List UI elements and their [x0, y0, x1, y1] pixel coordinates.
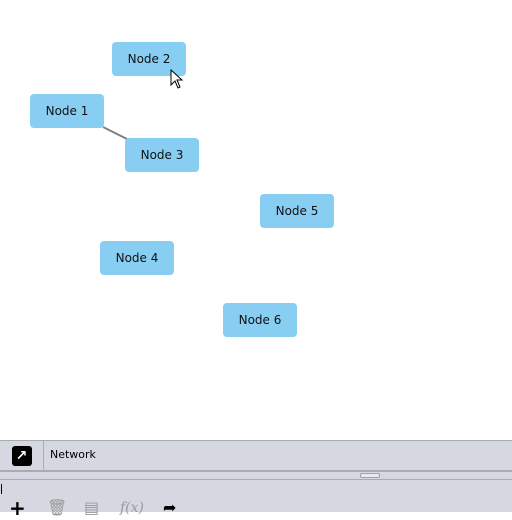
share-icon[interactable]: ➦ — [163, 500, 176, 516]
node-6[interactable]: Node 6 — [223, 303, 297, 337]
edge-node1-node3 — [102, 126, 128, 140]
network-tab-label[interactable]: Network — [50, 448, 96, 461]
node-5[interactable]: Node 5 — [260, 194, 334, 228]
plus-icon[interactable]: + — [9, 498, 26, 518]
bottom-panel: + 🗑 ▤ f(x) ➦ — [0, 480, 512, 518]
node-3[interactable]: Node 3 — [125, 138, 199, 172]
trash-icon[interactable]: 🗑 — [47, 500, 67, 516]
splitter-grip[interactable] — [360, 473, 380, 478]
network-tab-bar: ↗ Network — [0, 440, 512, 472]
network-canvas[interactable]: Node 2 Node 1 Node 3 Node 5 Node 4 Node … — [0, 0, 512, 440]
open-network-button[interactable]: ↗ — [0, 441, 44, 470]
function-icon[interactable]: f(x) — [120, 500, 144, 516]
mouse-pointer-icon — [170, 69, 184, 89]
arrow-up-right-icon: ↗ — [11, 445, 32, 466]
node-4[interactable]: Node 4 — [100, 241, 174, 275]
node-1[interactable]: Node 1 — [30, 94, 104, 128]
text-cursor — [1, 484, 2, 494]
table-icon[interactable]: ▤ — [84, 500, 99, 516]
edges-layer — [102, 126, 128, 140]
panel-splitter[interactable] — [0, 472, 512, 480]
